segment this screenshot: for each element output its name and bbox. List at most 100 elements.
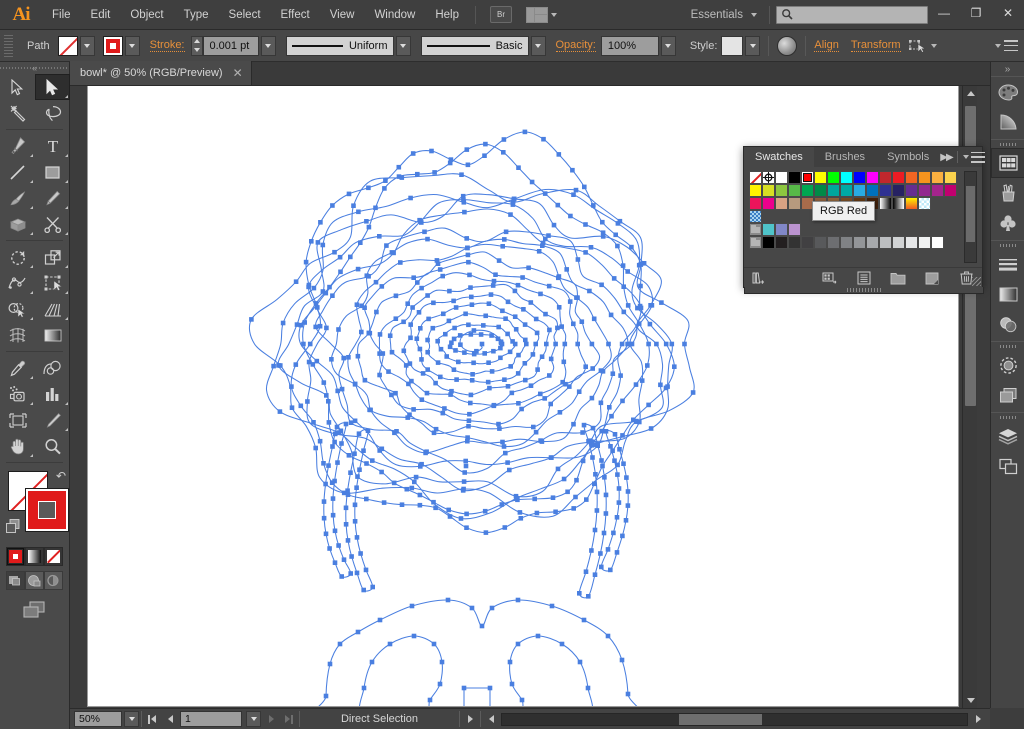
stroke-label[interactable]: Stroke:: [149, 39, 185, 52]
anchor-point[interactable]: [620, 533, 625, 539]
anchor-point[interactable]: [483, 141, 488, 147]
artwork-subpath[interactable]: [509, 635, 593, 706]
scale-tool[interactable]: [35, 244, 70, 270]
mesh-tool[interactable]: [0, 322, 35, 348]
swatch[interactable]: [879, 184, 892, 197]
anchor-point[interactable]: [366, 185, 371, 191]
anchor-point[interactable]: [399, 502, 405, 507]
anchor-point[interactable]: [408, 322, 413, 327]
anchor-point[interactable]: [487, 385, 492, 391]
default-fill-stroke-icon[interactable]: [6, 519, 21, 537]
anchor-point[interactable]: [346, 191, 352, 197]
anchor-point[interactable]: [359, 329, 364, 335]
stroke-weight-dropdown[interactable]: [260, 35, 276, 56]
anchor-point[interactable]: [535, 367, 540, 372]
anchor-point[interactable]: [311, 420, 316, 425]
anchor-point[interactable]: [431, 300, 436, 306]
anchor-point[interactable]: [533, 316, 539, 322]
direct-selection-tool[interactable]: [35, 74, 70, 100]
anchor-point[interactable]: [621, 284, 626, 289]
anchor-point[interactable]: [453, 305, 459, 310]
anchor-point[interactable]: [503, 450, 508, 456]
anchor-point[interactable]: [430, 325, 436, 331]
anchor-point[interactable]: [425, 236, 430, 242]
anchor-point[interactable]: [451, 336, 457, 342]
anchor-point[interactable]: [419, 285, 424, 291]
anchor-point[interactable]: [515, 282, 521, 288]
anchor-point[interactable]: [515, 497, 520, 503]
swatch[interactable]: [814, 184, 827, 197]
anchor-point[interactable]: [505, 460, 510, 465]
anchor-point[interactable]: [382, 186, 387, 191]
anchor-point[interactable]: [520, 275, 525, 280]
anchor-point[interactable]: [453, 348, 458, 353]
anchor-point[interactable]: [543, 311, 548, 317]
anchor-point[interactable]: [585, 685, 591, 691]
anchor-point[interactable]: [488, 292, 494, 297]
anchor-point[interactable]: [303, 259, 309, 265]
anchor-point[interactable]: [451, 367, 457, 372]
stroke-weight-field[interactable]: 0.001 pt: [202, 35, 259, 56]
anchor-point[interactable]: [648, 303, 653, 308]
anchor-point[interactable]: [493, 272, 498, 277]
anchor-point[interactable]: [533, 429, 539, 435]
anchor-point[interactable]: [425, 367, 430, 372]
anchor-point[interactable]: [356, 431, 362, 436]
anchor-point[interactable]: [465, 162, 471, 168]
anchor-point[interactable]: [608, 312, 614, 318]
menu-effect[interactable]: Effect: [271, 0, 320, 30]
anchor-point[interactable]: [431, 499, 436, 505]
anchor-point[interactable]: [600, 219, 605, 225]
anchor-point[interactable]: [354, 302, 360, 307]
anchor-point[interactable]: [590, 366, 595, 371]
anchor-point[interactable]: [498, 339, 504, 344]
anchor-point[interactable]: [501, 444, 507, 449]
anchor-point[interactable]: [458, 516, 464, 521]
anchor-point[interactable]: [348, 254, 353, 260]
anchor-point[interactable]: [663, 341, 669, 347]
swatch[interactable]: [827, 184, 840, 197]
anchor-point[interactable]: [429, 148, 434, 154]
anchor-point[interactable]: [464, 236, 469, 241]
anchor-point[interactable]: [619, 657, 625, 663]
anchor-point[interactable]: [464, 511, 469, 517]
magic-wand-tool[interactable]: [0, 100, 35, 126]
menu-type[interactable]: Type: [174, 0, 219, 30]
anchor-point[interactable]: [346, 355, 351, 360]
anchor-point[interactable]: [380, 351, 386, 356]
anchor-point[interactable]: [562, 341, 568, 347]
swatch-registration[interactable]: [762, 171, 775, 184]
anchor-point[interactable]: [461, 200, 467, 205]
anchor-point[interactable]: [314, 358, 320, 364]
anchor-point[interactable]: [496, 324, 501, 330]
anchor-point[interactable]: [332, 439, 337, 445]
anchor-point[interactable]: [556, 274, 562, 279]
anchor-point[interactable]: [352, 519, 358, 524]
anchor-point[interactable]: [614, 515, 620, 520]
anchor-point[interactable]: [332, 478, 337, 484]
anchor-point[interactable]: [583, 569, 589, 574]
anchor-point[interactable]: [574, 477, 579, 483]
swatch[interactable]: [866, 236, 879, 249]
anchor-point[interactable]: [516, 352, 521, 358]
rotate-tool[interactable]: [0, 244, 35, 270]
anchor-point[interactable]: [556, 152, 562, 157]
anchor-point[interactable]: [522, 322, 528, 327]
anchor-point[interactable]: [583, 222, 588, 227]
swatch[interactable]: [905, 171, 918, 184]
anchor-point[interactable]: [383, 178, 388, 183]
swatch[interactable]: [827, 171, 840, 184]
anchor-point[interactable]: [351, 203, 356, 208]
anchor-point[interactable]: [612, 432, 618, 437]
status-menu-button[interactable]: [462, 711, 478, 727]
anchor-point[interactable]: [440, 410, 446, 416]
normal-screen-mode-button[interactable]: [6, 571, 25, 590]
anchor-point[interactable]: [361, 448, 366, 453]
anchor-point[interactable]: [541, 136, 546, 142]
control-bar-grip[interactable]: [4, 34, 13, 57]
anchor-point[interactable]: [387, 641, 393, 647]
anchor-point[interactable]: [507, 467, 512, 473]
anchor-point[interactable]: [648, 426, 654, 431]
anchor-point[interactable]: [528, 383, 534, 388]
anchor-point[interactable]: [393, 293, 399, 299]
